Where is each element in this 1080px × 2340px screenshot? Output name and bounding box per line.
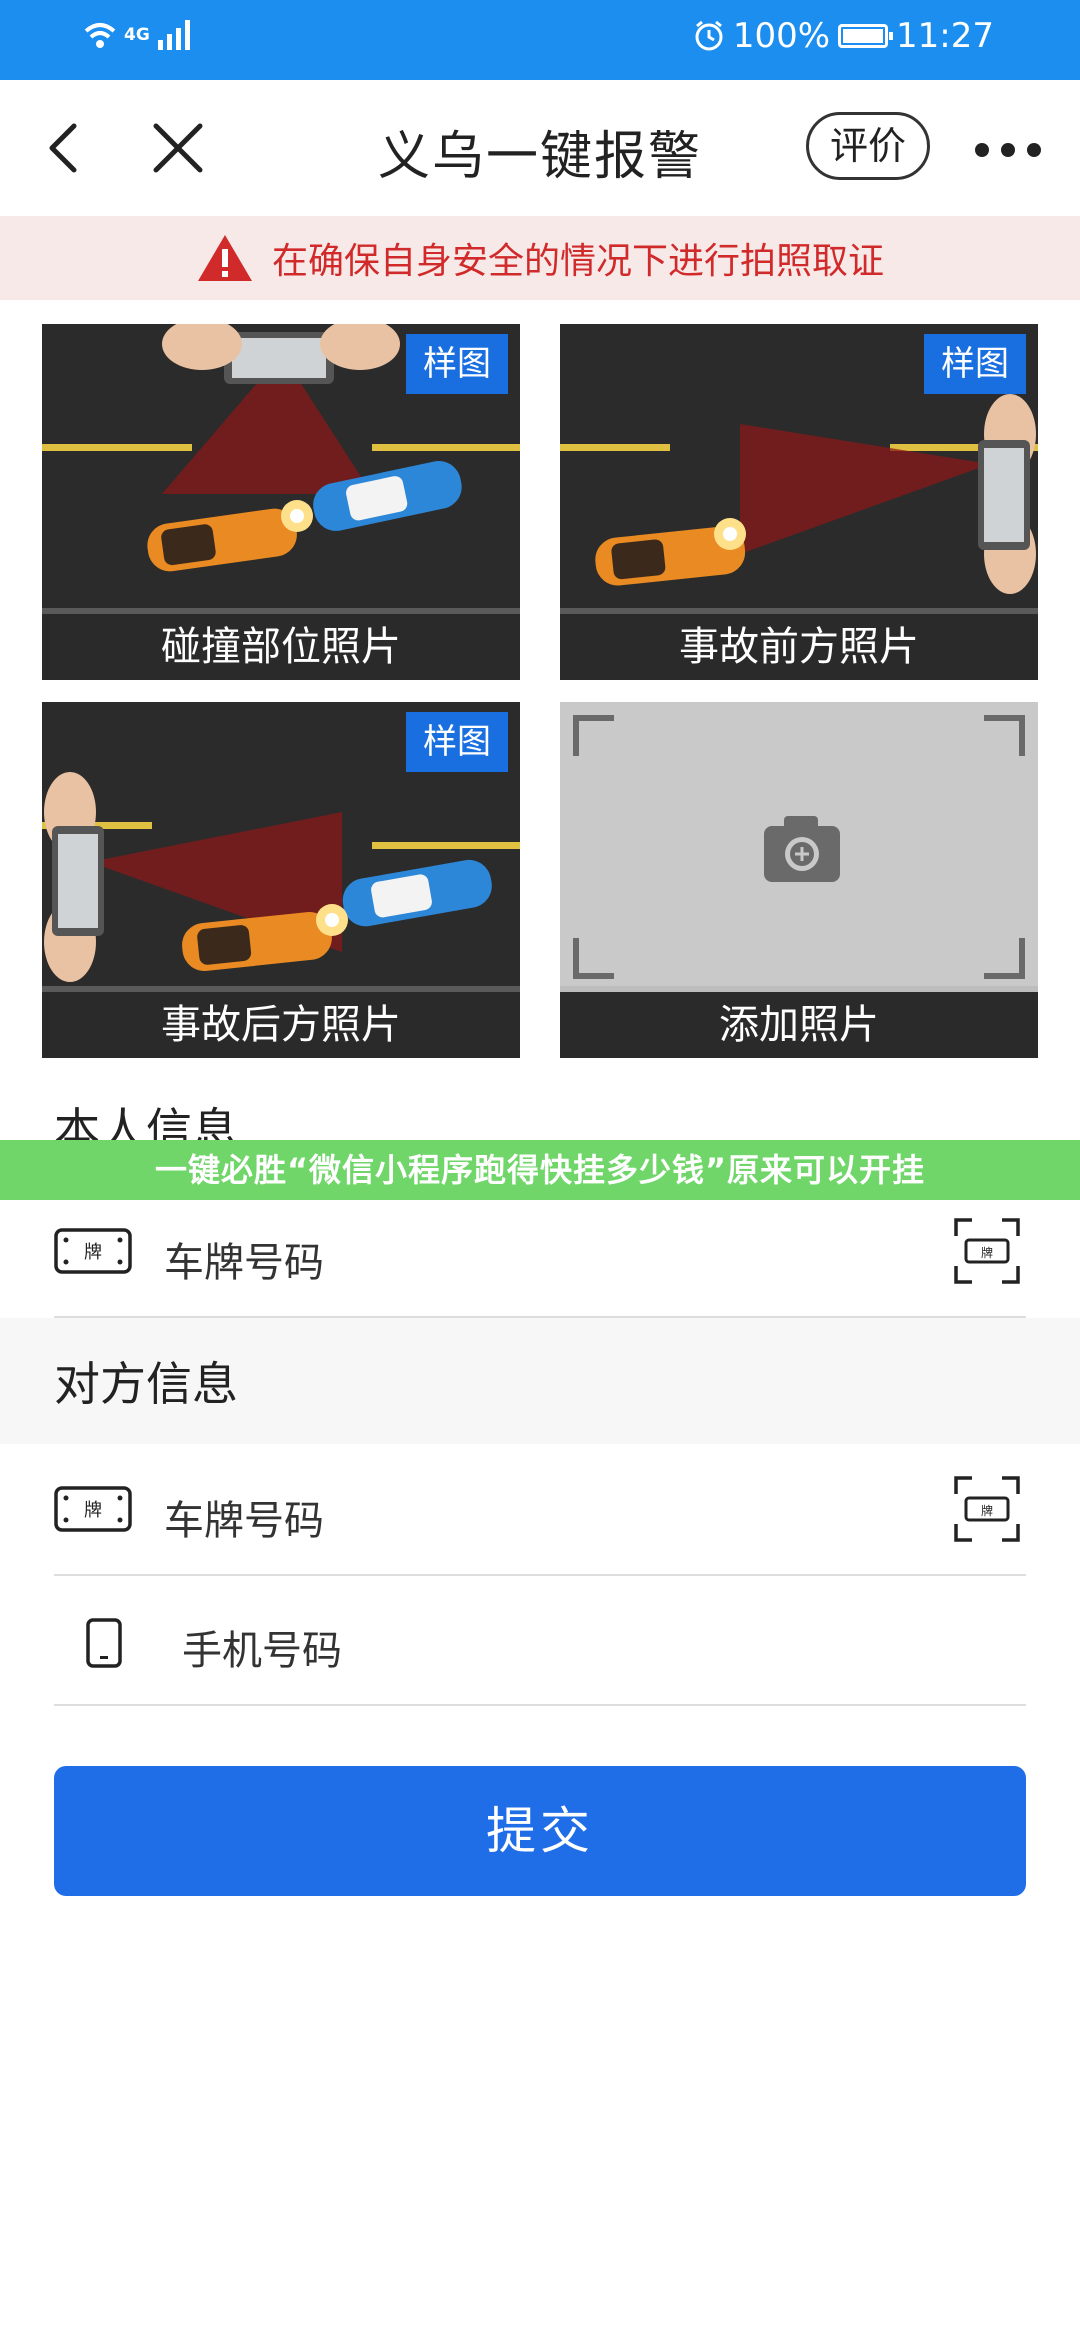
phone-icon: [86, 1618, 122, 1668]
scan-icon-text: 牌: [981, 1504, 993, 1518]
status-right: 100% 11:27: [693, 16, 994, 56]
other-plate-field[interactable]: 牌 车牌号码 牌: [54, 1446, 1026, 1576]
rate-button[interactable]: 评价: [806, 112, 930, 180]
status-bar: 4G 100% 11:27: [0, 0, 1080, 80]
add-photo-button[interactable]: 添加照片: [560, 702, 1038, 1058]
phone-label: 手机号码: [182, 1628, 342, 1674]
sample-badge: 样图: [406, 712, 508, 772]
watermark-banner: 一键必胜“微信小程序跑得快挂多少钱”原来可以开挂: [0, 1140, 1080, 1200]
warning-banner: 在确保自身安全的情况下进行拍照取证: [0, 216, 1080, 300]
warning-text: 在确保自身安全的情况下进行拍照取证: [271, 241, 884, 282]
nav-bar: 义乌一键报警 评价: [0, 80, 1080, 216]
plate-label: 车牌号码: [164, 1240, 324, 1286]
scan-plate-icon[interactable]: 牌: [952, 1216, 1022, 1286]
plate-icon-text: 牌: [84, 1500, 102, 1521]
license-plate-icon: 牌: [54, 1486, 132, 1532]
clock: 11:27: [896, 16, 994, 56]
sample-badge: 样图: [924, 334, 1026, 394]
photo-card-front[interactable]: 样图 事故前方照片: [560, 324, 1038, 680]
scan-icon-text: 牌: [981, 1246, 993, 1260]
license-plate-icon: 牌: [54, 1228, 132, 1274]
status-left: 4G: [84, 20, 192, 50]
signal-icon: [157, 20, 190, 50]
other-info-title: 对方信息: [54, 1357, 238, 1411]
alarm-icon: [695, 20, 723, 51]
photo-caption: 事故后方照片: [42, 986, 520, 1058]
warning-icon: [197, 235, 252, 281]
wifi-icon: [84, 23, 116, 48]
plate-icon-text: 牌: [84, 1242, 102, 1263]
photo-caption: 事故前方照片: [560, 608, 1038, 680]
photo-caption: 碰撞部位照片: [42, 608, 520, 680]
battery-percent: 100%: [732, 16, 831, 56]
plate-label: 车牌号码: [164, 1498, 324, 1544]
viewfinder-frame: [560, 702, 1038, 992]
photo-card-collision[interactable]: 样图 碰撞部位照片: [42, 324, 520, 680]
self-plate-field[interactable]: 牌 车牌号码 牌: [54, 1188, 1026, 1318]
battery-icon: [838, 24, 894, 48]
add-photo-label: 添加照片: [560, 986, 1038, 1058]
photo-card-rear[interactable]: 样图 事故后方照片: [42, 702, 520, 1058]
submit-button[interactable]: 提交: [54, 1766, 1026, 1896]
battery-level: [843, 29, 884, 43]
more-icon[interactable]: [972, 138, 1044, 162]
sample-badge: 样图: [406, 334, 508, 394]
other-phone-field[interactable]: 手机号码: [54, 1576, 1026, 1706]
scan-plate-icon[interactable]: 牌: [952, 1474, 1022, 1544]
network-type: 4G: [124, 24, 150, 45]
